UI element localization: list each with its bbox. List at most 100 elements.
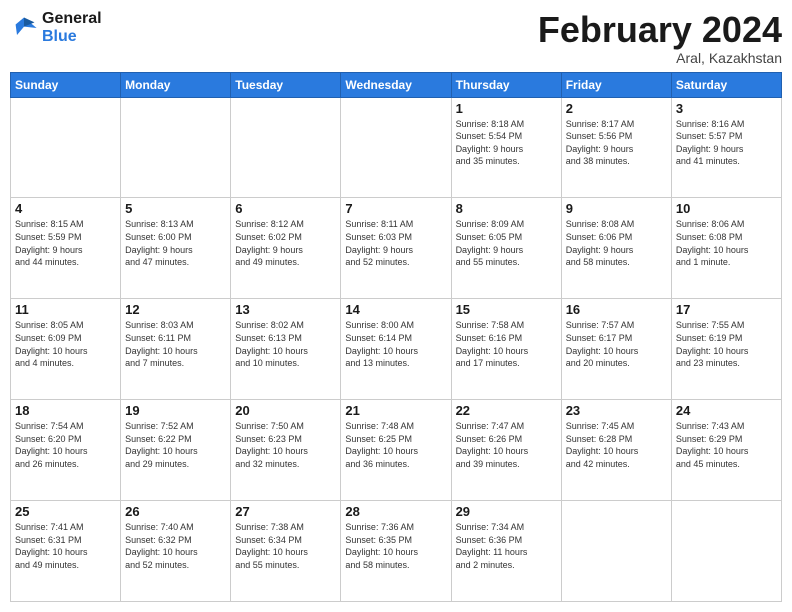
day-info: Sunrise: 8:13 AM Sunset: 6:00 PM Dayligh… [125,218,226,268]
day-info: Sunrise: 8:15 AM Sunset: 5:59 PM Dayligh… [15,218,116,268]
day-info: Sunrise: 7:43 AM Sunset: 6:29 PM Dayligh… [676,420,777,470]
calendar-cell: 15Sunrise: 7:58 AM Sunset: 6:16 PM Dayli… [451,299,561,400]
day-info: Sunrise: 7:52 AM Sunset: 6:22 PM Dayligh… [125,420,226,470]
day-number: 8 [456,201,557,216]
day-number: 9 [566,201,667,216]
calendar-cell: 26 Sunrise: 7:40 AM Sunset: 6:32 PM Dayli… [121,501,231,602]
calendar-cell [121,97,231,198]
day-info: Sunrise: 7:40 AM Sunset: 6:32 PM Dayligh… [125,521,226,571]
day-info: Sunrise: 8:17 AM Sunset: 5:56 PM Dayligh… [566,118,667,168]
calendar-cell: 3 Sunrise: 8:16 AM Sunset: 5:57 PM Daylig… [671,97,781,198]
day-number: 3 [676,101,777,116]
day-info: Sunrise: 8:12 AM Sunset: 6:02 PM Dayligh… [235,218,336,268]
calendar-week-2: 11 Sunrise: 8:05 AM Sunset: 6:09 PM Dayli… [11,299,782,400]
day-number: 12 [125,302,226,317]
calendar-cell: 27 Sunrise: 7:38 AM Sunset: 6:34 PM Dayli… [231,501,341,602]
calendar-cell [11,97,121,198]
calendar-cell: 16 Sunrise: 7:57 AM Sunset: 6:17 PM Dayli… [561,299,671,400]
day-number: 26 [125,504,226,519]
calendar-cell: 4 Sunrise: 8:15 AM Sunset: 5:59 PM Daylig… [11,198,121,299]
day-number: 13 [235,302,336,317]
calendar-cell: 22 Sunrise: 7:47 AM Sunset: 6:26 PM Dayli… [451,400,561,501]
calendar-cell: 24 Sunrise: 7:43 AM Sunset: 6:29 PM Dayli… [671,400,781,501]
calendar-cell: 1Sunrise: 8:18 AM Sunset: 5:54 PM Daylig… [451,97,561,198]
day-number: 24 [676,403,777,418]
day-number: 1 [456,101,557,116]
month-title: February 2024 [538,10,782,50]
logo: General Blue [10,10,102,45]
day-info: Sunrise: 7:48 AM Sunset: 6:25 PM Dayligh… [345,420,446,470]
day-number: 18 [15,403,116,418]
day-number: 28 [345,504,446,519]
day-info: Sunrise: 8:16 AM Sunset: 5:57 PM Dayligh… [676,118,777,168]
day-info: Sunrise: 7:57 AM Sunset: 6:17 PM Dayligh… [566,319,667,369]
col-wednesday: Wednesday [341,72,451,97]
day-info: Sunrise: 7:34 AM Sunset: 6:36 PM Dayligh… [456,521,557,571]
calendar-header-row: Sunday Monday Tuesday Wednesday Thursday… [11,72,782,97]
logo-icon [10,14,38,42]
day-number: 23 [566,403,667,418]
day-info: Sunrise: 7:38 AM Sunset: 6:34 PM Dayligh… [235,521,336,571]
day-number: 7 [345,201,446,216]
day-number: 10 [676,201,777,216]
col-sunday: Sunday [11,72,121,97]
day-number: 5 [125,201,226,216]
calendar-cell: 18Sunrise: 7:54 AM Sunset: 6:20 PM Dayli… [11,400,121,501]
calendar-cell: 25 Sunrise: 7:41 AM Sunset: 6:31 PM Dayli… [11,501,121,602]
day-info: Sunrise: 8:03 AM Sunset: 6:11 PM Dayligh… [125,319,226,369]
calendar-cell [671,501,781,602]
day-number: 15 [456,302,557,317]
day-number: 16 [566,302,667,317]
day-number: 19 [125,403,226,418]
calendar-cell: 6 Sunrise: 8:12 AM Sunset: 6:02 PM Daylig… [231,198,341,299]
calendar-cell: 9 Sunrise: 8:08 AM Sunset: 6:06 PM Daylig… [561,198,671,299]
day-info: Sunrise: 7:36 AM Sunset: 6:35 PM Dayligh… [345,521,446,571]
calendar-cell: 17 Sunrise: 7:55 AM Sunset: 6:19 PM Dayli… [671,299,781,400]
day-info: Sunrise: 7:55 AM Sunset: 6:19 PM Dayligh… [676,319,777,369]
day-info: Sunrise: 8:02 AM Sunset: 6:13 PM Dayligh… [235,319,336,369]
logo-text: General Blue [42,10,102,45]
calendar-cell: 5 Sunrise: 8:13 AM Sunset: 6:00 PM Daylig… [121,198,231,299]
calendar-cell: 14 Sunrise: 8:00 AM Sunset: 6:14 PM Dayli… [341,299,451,400]
calendar-cell: 19 Sunrise: 7:52 AM Sunset: 6:22 PM Dayli… [121,400,231,501]
day-number: 29 [456,504,557,519]
day-info: Sunrise: 7:45 AM Sunset: 6:28 PM Dayligh… [566,420,667,470]
day-number: 20 [235,403,336,418]
day-number: 17 [676,302,777,317]
day-number: 22 [456,403,557,418]
header: General Blue February 2024 Aral, Kazakhs… [10,10,782,66]
calendar-cell: 23 Sunrise: 7:45 AM Sunset: 6:28 PM Dayli… [561,400,671,501]
day-info: Sunrise: 7:41 AM Sunset: 6:31 PM Dayligh… [15,521,116,571]
day-number: 14 [345,302,446,317]
day-number: 6 [235,201,336,216]
day-info: Sunrise: 7:50 AM Sunset: 6:23 PM Dayligh… [235,420,336,470]
day-info: Sunrise: 8:08 AM Sunset: 6:06 PM Dayligh… [566,218,667,268]
calendar-cell: 10 Sunrise: 8:06 AM Sunset: 6:08 PM Dayli… [671,198,781,299]
day-number: 25 [15,504,116,519]
col-friday: Friday [561,72,671,97]
day-info: Sunrise: 8:00 AM Sunset: 6:14 PM Dayligh… [345,319,446,369]
col-monday: Monday [121,72,231,97]
day-number: 2 [566,101,667,116]
day-info: Sunrise: 8:06 AM Sunset: 6:08 PM Dayligh… [676,218,777,268]
calendar-cell: 28 Sunrise: 7:36 AM Sunset: 6:35 PM Dayli… [341,501,451,602]
calendar-table: Sunday Monday Tuesday Wednesday Thursday… [10,72,782,602]
day-info: Sunrise: 7:47 AM Sunset: 6:26 PM Dayligh… [456,420,557,470]
day-info: Sunrise: 8:05 AM Sunset: 6:09 PM Dayligh… [15,319,116,369]
calendar-cell [561,501,671,602]
calendar-cell [341,97,451,198]
col-tuesday: Tuesday [231,72,341,97]
calendar-cell: 8 Sunrise: 8:09 AM Sunset: 6:05 PM Daylig… [451,198,561,299]
calendar-cell: 21Sunrise: 7:48 AM Sunset: 6:25 PM Dayli… [341,400,451,501]
calendar-cell: 20 Sunrise: 7:50 AM Sunset: 6:23 PM Dayli… [231,400,341,501]
day-number: 4 [15,201,116,216]
day-number: 11 [15,302,116,317]
day-info: Sunrise: 8:11 AM Sunset: 6:03 PM Dayligh… [345,218,446,268]
calendar-cell: 7 Sunrise: 8:11 AM Sunset: 6:03 PM Daylig… [341,198,451,299]
col-thursday: Thursday [451,72,561,97]
day-info: Sunrise: 8:09 AM Sunset: 6:05 PM Dayligh… [456,218,557,268]
calendar-cell: 13 Sunrise: 8:02 AM Sunset: 6:13 PM Dayli… [231,299,341,400]
day-number: 27 [235,504,336,519]
calendar-cell: 2 Sunrise: 8:17 AM Sunset: 5:56 PM Daylig… [561,97,671,198]
calendar-cell: 12 Sunrise: 8:03 AM Sunset: 6:11 PM Dayli… [121,299,231,400]
